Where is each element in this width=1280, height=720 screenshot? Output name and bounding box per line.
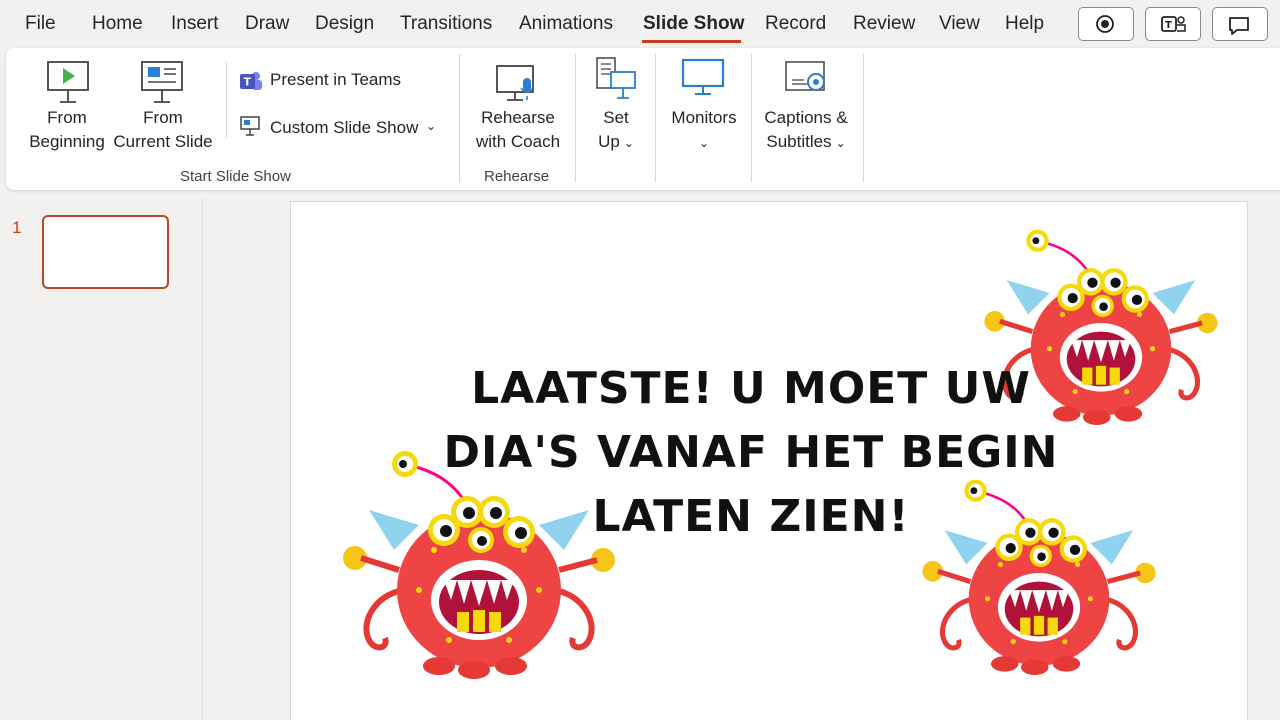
separator: [655, 54, 656, 182]
chevron-down-icon: ⌄: [623, 136, 634, 150]
captions-label-1: Captions &: [764, 108, 848, 127]
setup-icon: [596, 57, 636, 99]
rehearse-coach-icon: [496, 65, 534, 101]
separator: [863, 54, 864, 182]
rehearse-label-1: Rehearse: [481, 108, 555, 127]
start-slide-show-group-label: Start Slide Show: [180, 168, 291, 185]
svg-text:T: T: [1165, 20, 1172, 31]
separator: [459, 54, 460, 182]
chevron-down-icon: ⌄: [426, 119, 437, 133]
teams-button[interactable]: T: [1145, 7, 1201, 41]
tab-view[interactable]: View: [939, 13, 980, 35]
from-current-slide-button[interactable]: From Current Slide: [112, 54, 214, 158]
monitors-button[interactable]: Monitors ⌄: [664, 54, 744, 158]
from-beginning-label-2: Beginning: [29, 132, 105, 151]
tab-draw[interactable]: Draw: [245, 13, 289, 35]
from-beginning-label-1: From: [47, 108, 87, 127]
separator: [226, 62, 227, 138]
tab-insert[interactable]: Insert: [171, 13, 219, 35]
present-in-teams-button[interactable]: T Present in Teams: [238, 68, 418, 96]
custom-slide-show-label: Custom Slide Show: [270, 118, 419, 137]
slide-text-line: LATEN ZIEN!: [592, 491, 910, 542]
tab-slide-show[interactable]: Slide Show: [643, 13, 744, 35]
comments-button[interactable]: [1212, 7, 1268, 41]
captions-subtitles-button[interactable]: Captions & Subtitles ⌄: [758, 54, 854, 158]
slide-canvas[interactable]: LAATSTE! U MOET UW DIA'S VANAF HET BEGIN…: [290, 201, 1248, 720]
tab-file[interactable]: File: [25, 13, 56, 35]
slide-text-line: DIA'S VANAF HET BEGIN: [443, 427, 1059, 478]
from-current-label-1: From: [143, 108, 183, 127]
chevron-down-icon: ⌄: [835, 136, 846, 150]
play-from-current-icon: [141, 61, 183, 103]
slide-thumbnail[interactable]: [42, 215, 169, 289]
record-icon: [1096, 15, 1114, 33]
teams-logo-icon: T: [240, 72, 262, 90]
custom-slide-show-button[interactable]: Custom Slide Show ⌄: [238, 114, 448, 142]
separator: [751, 54, 752, 182]
tab-review[interactable]: Review: [853, 13, 915, 35]
slide-text-box[interactable]: LAATSTE! U MOET UW DIA'S VANAF HET BEGIN…: [361, 357, 1141, 549]
tab-home[interactable]: Home: [92, 13, 143, 35]
rehearse-with-coach-button[interactable]: Rehearse with Coach: [468, 54, 568, 158]
present-in-teams-label: Present in Teams: [270, 70, 402, 89]
rehearse-label-2: with Coach: [475, 132, 561, 151]
comment-icon: [1229, 17, 1249, 35]
custom-show-icon: [240, 116, 260, 136]
from-beginning-button[interactable]: From Beginning: [20, 54, 114, 158]
record-button[interactable]: [1078, 7, 1134, 41]
tab-record[interactable]: Record: [765, 13, 826, 35]
captions-icon: [785, 61, 825, 91]
menu-bar: File Home Insert Draw Design Transitions…: [0, 0, 1280, 48]
slide-text-line: LAATSTE! U MOET UW: [471, 363, 1031, 414]
set-up-button[interactable]: Set Up ⌄: [586, 54, 646, 158]
ribbon: From Beginning From Current Slide T Pres…: [6, 48, 1280, 190]
from-current-label-2: Current Slide: [113, 132, 213, 151]
monitors-label: Monitors: [671, 108, 737, 127]
tab-animations[interactable]: Animations: [519, 13, 613, 35]
rehearse-group-label: Rehearse: [484, 168, 550, 185]
teams-icon: T: [1161, 16, 1186, 32]
separator: [575, 54, 576, 182]
tab-help[interactable]: Help: [1005, 13, 1044, 35]
chevron-down-icon: ⌄: [698, 136, 710, 150]
play-from-start-icon: [47, 61, 89, 103]
slide-thumbnail-pane: 1: [0, 198, 203, 720]
active-tab-indicator: [642, 40, 741, 43]
svg-text:T: T: [244, 76, 252, 89]
tab-transitions[interactable]: Transitions: [400, 13, 492, 35]
set-up-label-1: Set: [603, 108, 629, 127]
tab-design[interactable]: Design: [315, 13, 374, 35]
monitor-icon: [681, 58, 725, 95]
captions-label-2: Subtitles: [766, 132, 832, 151]
slide-number: 1: [12, 218, 22, 237]
set-up-label-2: Up: [598, 132, 620, 151]
